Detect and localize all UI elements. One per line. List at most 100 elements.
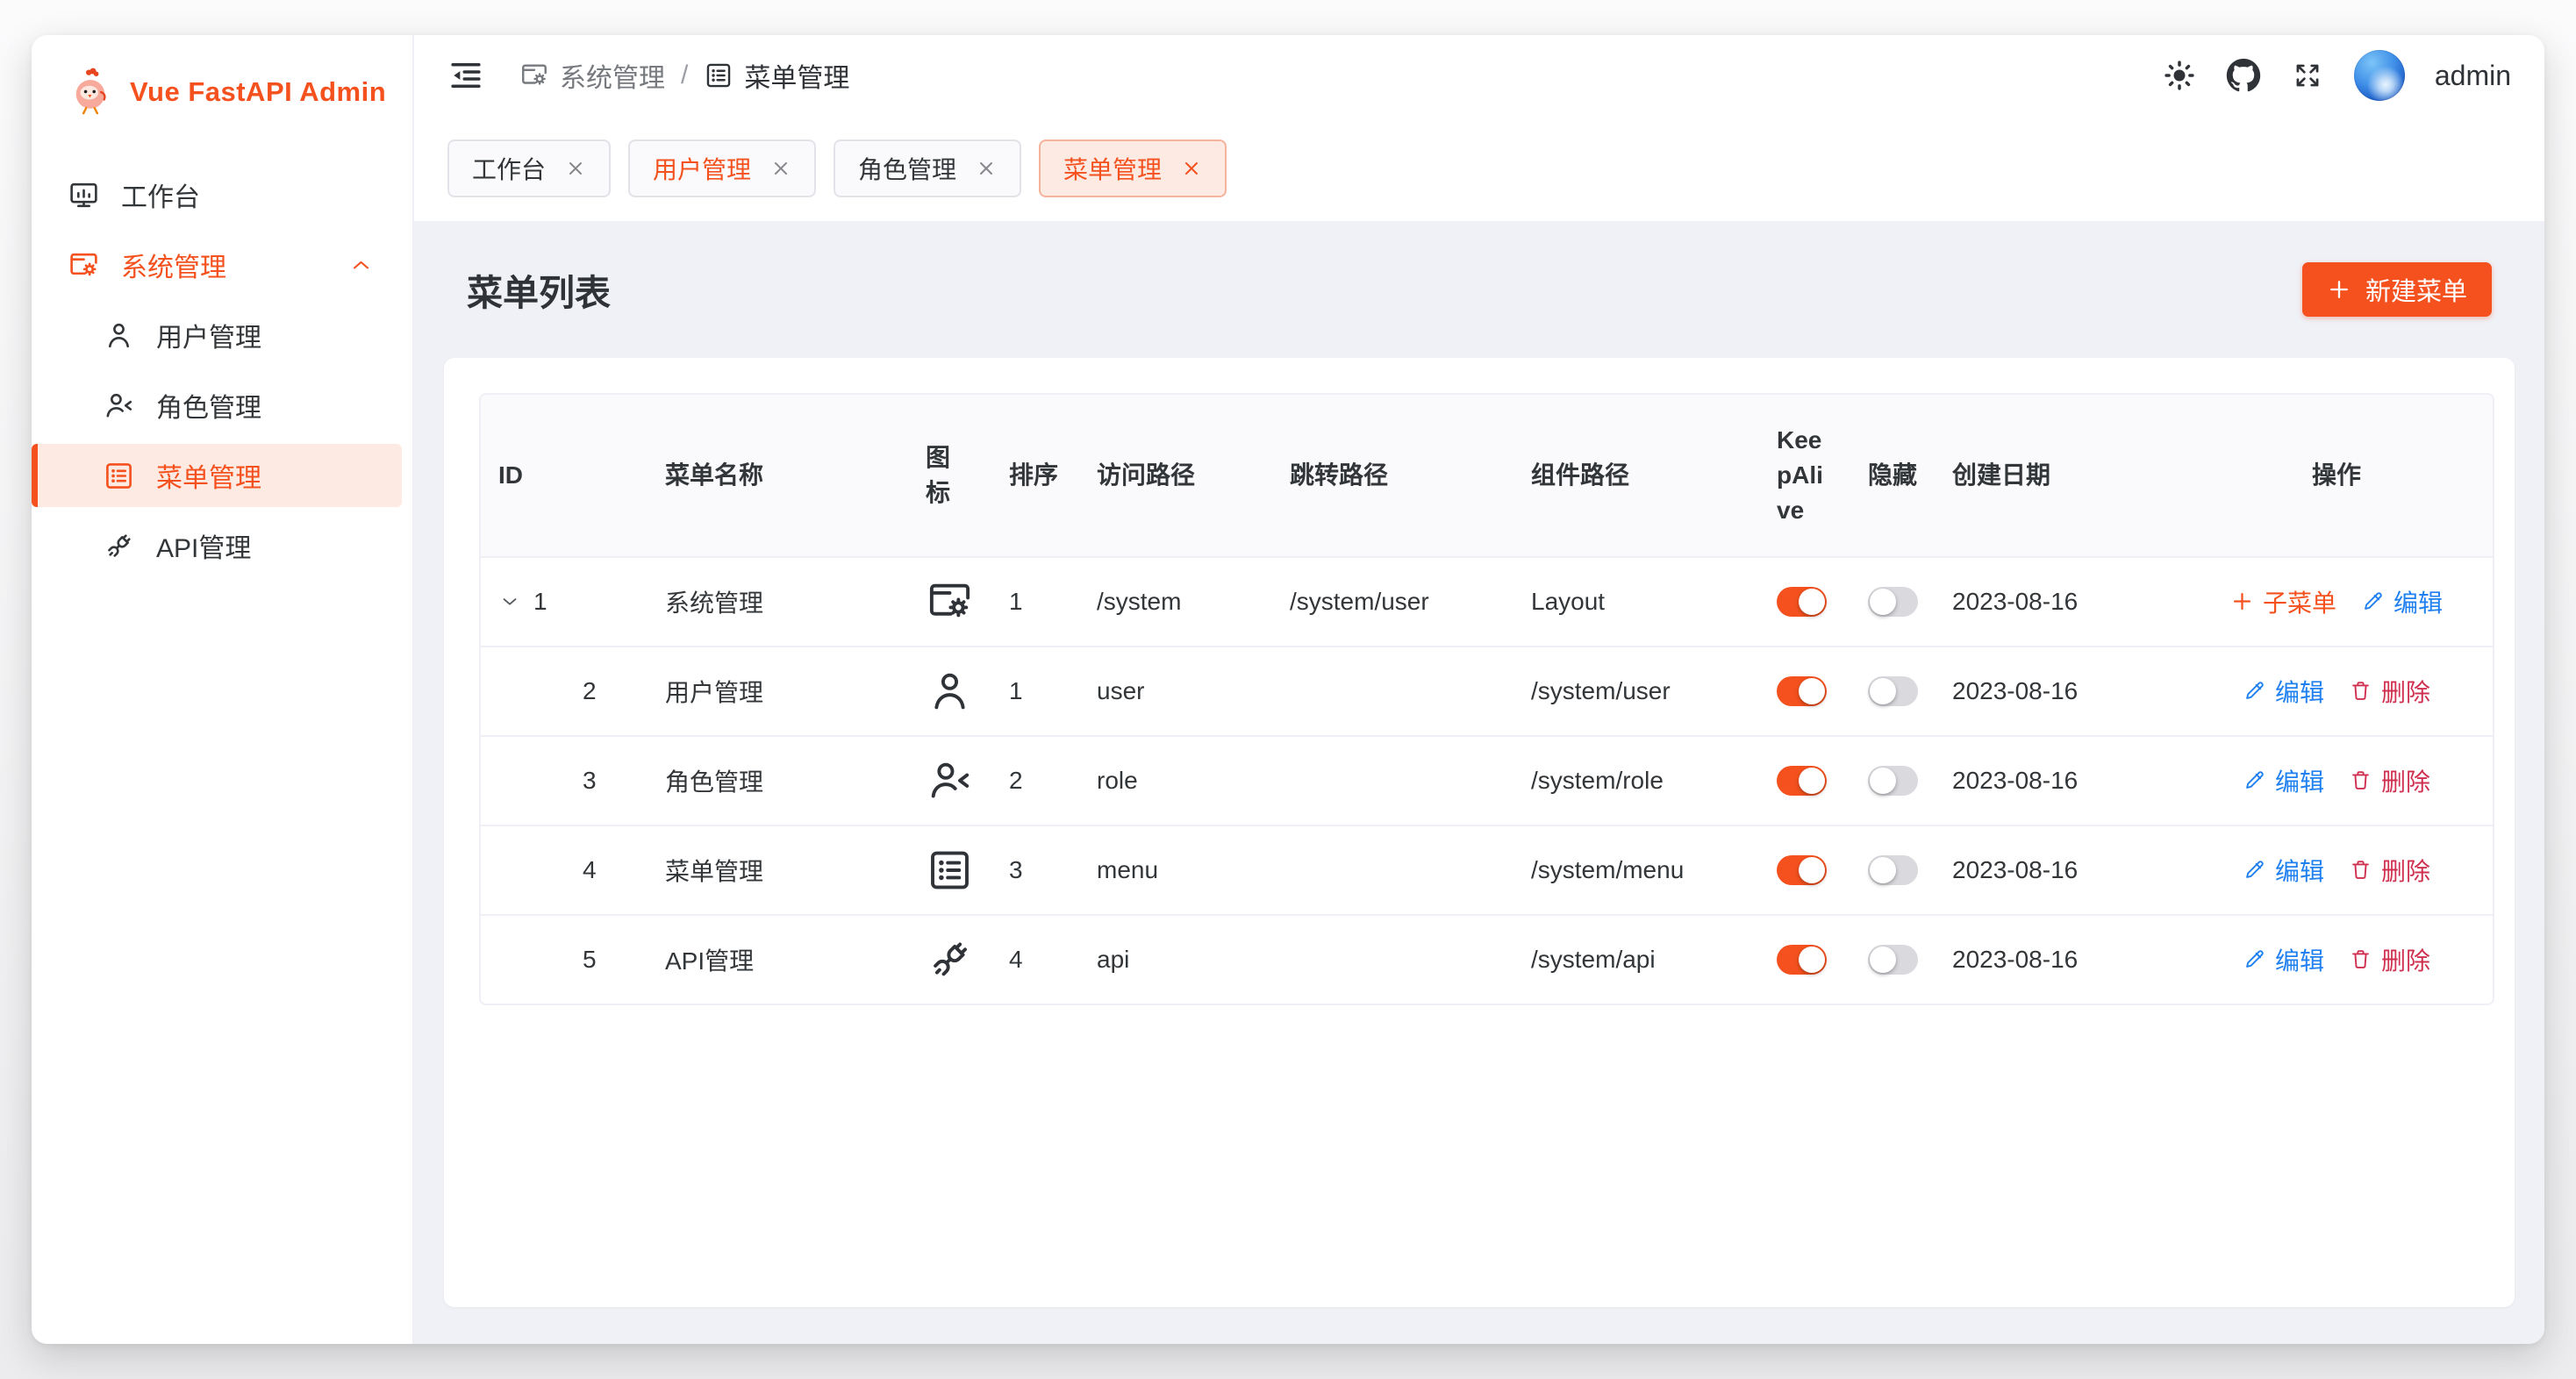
hidden-switch[interactable] — [1868, 945, 1918, 975]
cell-id: 5 — [481, 916, 648, 1004]
menu-icon — [926, 826, 974, 914]
cell-order: 1 — [991, 647, 1079, 737]
sidebar-item-label: 菜单管理 — [156, 456, 261, 495]
cell-id: 3 — [481, 737, 648, 826]
close-icon[interactable] — [770, 158, 791, 179]
cell-redirect — [1272, 826, 1513, 916]
switch-knob — [1870, 768, 1896, 794]
sidebar-item-3[interactable]: 角色管理 — [32, 374, 402, 437]
edit-action[interactable]: 编辑 — [2243, 674, 2324, 709]
sidebar-item-4[interactable]: 菜单管理 — [32, 444, 402, 507]
expand-row-icon[interactable] — [498, 590, 521, 613]
user-icon — [103, 319, 135, 352]
workbench-icon — [68, 179, 100, 211]
delete-action[interactable]: 删除 — [2349, 942, 2430, 977]
edit-action[interactable]: 编辑 — [2243, 763, 2324, 798]
edit-icon — [2243, 679, 2266, 703]
theme-toggle-icon[interactable] — [2163, 59, 2196, 92]
table-row-3: 3角色管理2role/system/role2023-08-16编辑删除 — [481, 737, 2493, 826]
table-body: 1系统管理1/system/system/userLayout2023-08-1… — [481, 558, 2493, 1004]
keepalive-switch[interactable] — [1777, 676, 1827, 706]
column-header-date: 创建日期 — [1935, 395, 2180, 558]
keepalive-switch[interactable] — [1777, 855, 1827, 885]
tab-3[interactable]: 菜单管理 — [1039, 139, 1227, 197]
edit-icon — [2243, 768, 2266, 792]
page-title: 菜单列表 — [467, 263, 611, 316]
app-window: Vue FastAPI Admin 工作台系统管理用户管理角色管理菜单管理API… — [32, 35, 2544, 1344]
hidden-switch[interactable] — [1868, 766, 1918, 796]
delete-action[interactable]: 删除 — [2349, 853, 2430, 888]
sidebar-item-1[interactable]: 系统管理 — [32, 233, 402, 297]
edit-action[interactable]: 编辑 — [2243, 942, 2324, 977]
edit-action[interactable]: 编辑 — [2361, 584, 2443, 619]
cell-redirect: /system/user — [1272, 558, 1513, 647]
new-menu-button[interactable]: 新建菜单 — [2302, 262, 2492, 317]
column-header-hidden: 隐藏 — [1850, 395, 1935, 558]
table-row-2: 2用户管理1user/system/user2023-08-16编辑删除 — [481, 647, 2493, 737]
delete-action[interactable]: 删除 — [2349, 674, 2430, 709]
cell-order: 3 — [991, 826, 1079, 916]
breadcrumb-label: 系统管理 — [560, 56, 665, 95]
hidden-switch[interactable] — [1868, 855, 1918, 885]
fullscreen-icon[interactable] — [2291, 59, 2324, 92]
system-icon — [519, 61, 549, 90]
tab-0[interactable]: 工作台 — [447, 139, 611, 197]
cell-id: 4 — [481, 826, 648, 916]
cell-component: /system/menu — [1513, 826, 1759, 916]
cell-hidden — [1850, 558, 1935, 647]
breadcrumb-item-menu[interactable]: 菜单管理 — [704, 56, 849, 95]
cell-name: 系统管理 — [648, 558, 908, 647]
username[interactable]: admin — [2435, 60, 2511, 92]
switch-knob — [1870, 857, 1896, 883]
cell-icon — [908, 826, 991, 916]
tab-2[interactable]: 角色管理 — [834, 139, 1021, 197]
row-actions: 子菜单 编辑 — [2230, 584, 2443, 619]
trash-icon — [2349, 768, 2372, 792]
id-cell: 2 — [498, 677, 630, 705]
id-cell: 4 — [498, 856, 630, 884]
action-label: 编辑 — [2394, 584, 2443, 619]
avatar[interactable] — [2354, 50, 2405, 101]
sidebar-item-0[interactable]: 工作台 — [32, 163, 402, 226]
cell-date: 2023-08-16 — [1935, 916, 2180, 1004]
sidebar-item-2[interactable]: 用户管理 — [32, 304, 402, 367]
sidebar-item-5[interactable]: API管理 — [32, 514, 402, 577]
tab-label: 工作台 — [472, 151, 546, 186]
github-icon[interactable] — [2226, 58, 2261, 93]
add-submenu-action[interactable]: 子菜单 — [2230, 584, 2336, 619]
cell-component: /system/user — [1513, 647, 1759, 737]
row-actions: 编辑 删除 — [2243, 674, 2430, 709]
column-header-actions: 操作 — [2180, 395, 2493, 558]
edit-action[interactable]: 编辑 — [2243, 853, 2324, 888]
hidden-switch[interactable] — [1868, 587, 1918, 617]
app-logo[interactable]: Vue FastAPI Admin — [32, 35, 412, 140]
api-icon — [926, 916, 974, 1004]
keepalive-switch[interactable] — [1777, 945, 1827, 975]
table-card: ID菜单名称图标排序访问路径跳转路径组件路径KeepAlive隐藏创建日期操作 … — [444, 358, 2515, 1307]
keepalive-switch[interactable] — [1777, 587, 1827, 617]
breadcrumb-item-system[interactable]: 系统管理 — [519, 56, 665, 95]
action-label: 子菜单 — [2263, 584, 2336, 619]
delete-action[interactable]: 删除 — [2349, 763, 2430, 798]
action-label: 删除 — [2381, 674, 2430, 709]
cell-actions: 编辑 删除 — [2180, 647, 2493, 737]
cell-date: 2023-08-16 — [1935, 826, 2180, 916]
action-label: 编辑 — [2275, 942, 2324, 977]
hidden-switch[interactable] — [1868, 676, 1918, 706]
sidebar-menu: 工作台系统管理用户管理角色管理菜单管理 API管理 — [32, 140, 412, 581]
tab-1[interactable]: 用户管理 — [628, 139, 816, 197]
collapse-sidebar-icon[interactable] — [447, 57, 484, 94]
cell-actions: 编辑删除 — [2180, 737, 2493, 826]
row-id: 4 — [583, 856, 597, 884]
switch-knob — [1799, 768, 1825, 794]
keepalive-switch[interactable] — [1777, 766, 1827, 796]
close-icon[interactable] — [1181, 158, 1202, 179]
action-label: 删除 — [2381, 853, 2430, 888]
close-icon[interactable] — [976, 158, 997, 179]
cell-actions: 编辑 删除 — [2180, 826, 2493, 916]
cell-date: 2023-08-16 — [1935, 558, 2180, 647]
table-border: ID菜单名称图标排序访问路径跳转路径组件路径KeepAlive隐藏创建日期操作 … — [479, 393, 2494, 1005]
sidebar-item-label: 系统管理 — [121, 246, 226, 284]
close-icon[interactable] — [565, 158, 586, 179]
menu-table: ID菜单名称图标排序访问路径跳转路径组件路径KeepAlive隐藏创建日期操作 … — [481, 395, 2493, 1004]
